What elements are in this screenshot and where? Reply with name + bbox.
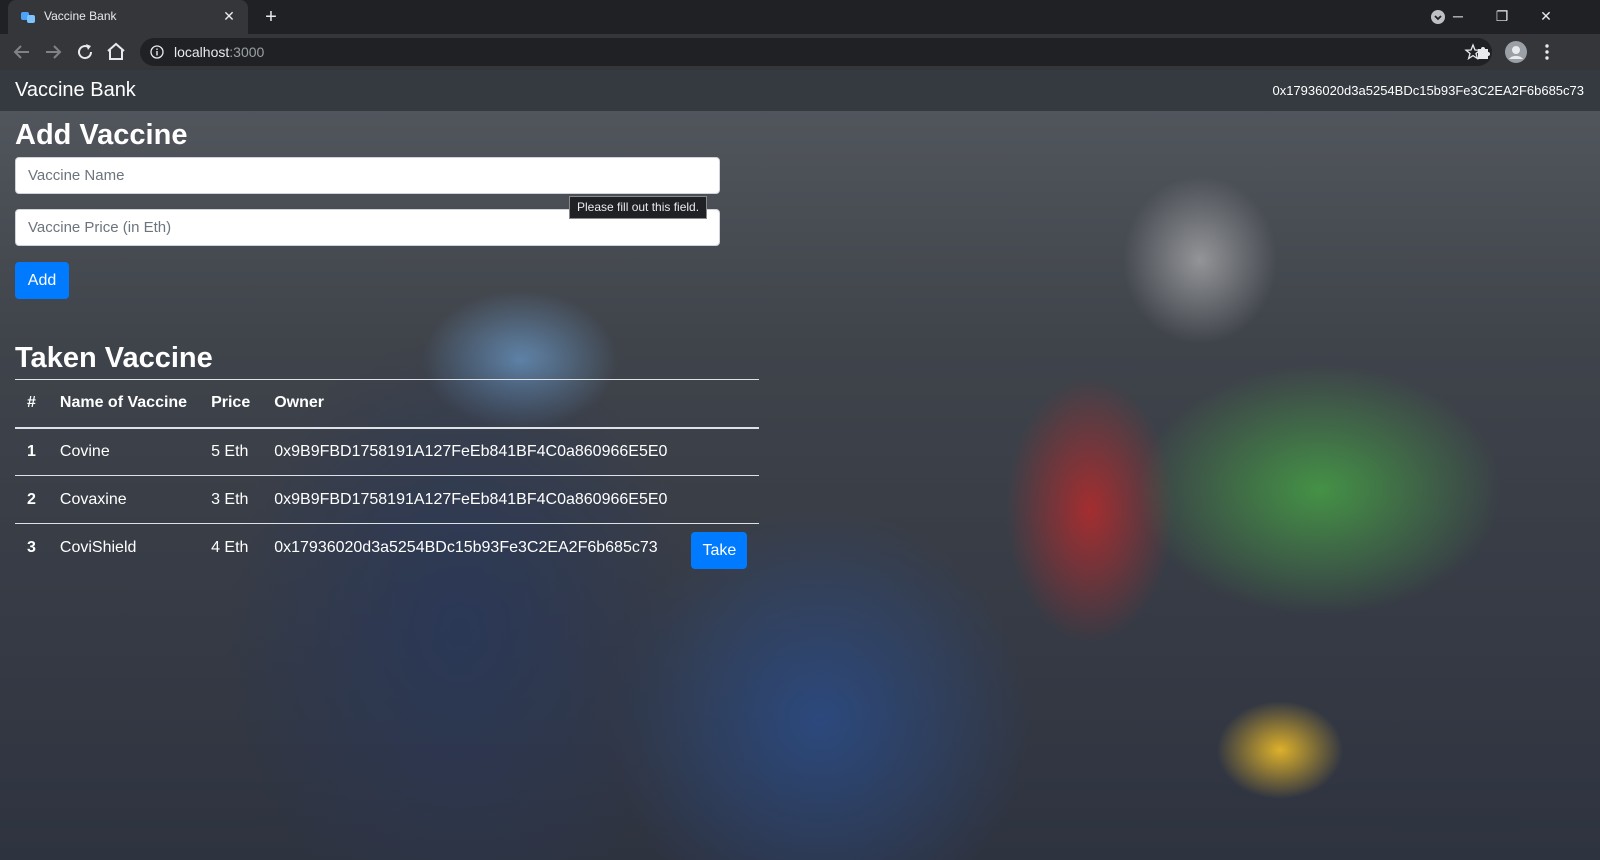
restore-button[interactable]: ❐ [1480,2,1524,30]
table-header-row: # Name of Vaccine Price Owner [15,379,760,429]
vaccine-name-input[interactable] [15,157,720,194]
column-header: # [15,379,48,429]
add-vaccine-button[interactable]: Add [15,262,69,299]
vaccine-table: # Name of Vaccine Price Owner 1 Covine 5… [15,379,760,572]
row-action-cell [679,427,760,476]
row-price: 5 Eth [199,427,263,476]
arrow-right-icon[interactable] [41,40,65,64]
row-vaccine-name: Covaxine [47,475,200,524]
add-vaccine-heading: Add Vaccine [15,119,188,151]
vaccine-favicon-icon [21,12,35,23]
row-price: 3 Eth [199,475,263,524]
reload-icon[interactable] [73,40,97,64]
row-id: 1 [15,427,48,476]
column-header-action [679,379,760,429]
taken-vaccine-heading: Taken Vaccine [15,342,213,374]
column-header: Owner [262,379,680,429]
validation-tooltip: Please fill out this field. [569,196,708,219]
table-row: 1 Covine 5 Eth 0x9B9FBD1758191A127FeEb84… [15,427,760,476]
browser-toolbar: localhost:3000 [0,34,1600,70]
row-vaccine-name: CoviShield [47,523,200,572]
tab-close-icon[interactable]: ✕ [220,7,238,25]
url-text: localhost:3000 [174,44,264,60]
home-icon[interactable] [104,40,128,64]
column-header: Name of Vaccine [47,379,200,429]
browser-tab-strip: Vaccine Bank ✕ + ─ ❐ ✕ [0,0,1600,34]
url-host: localhost [174,44,230,60]
account-address: 0x17936020d3a5254BDc15b93Fe3C2EA2F6b685c… [1272,83,1584,98]
arrow-left-icon[interactable] [10,40,34,64]
row-action-cell: Take [679,523,760,572]
url-port: :3000 [229,44,265,60]
take-vaccine-button[interactable]: Take [691,532,748,570]
row-owner: 0x9B9FBD1758191A127FeEb841BF4C0a860966E5… [262,475,680,524]
table-row: 3 CoviShield 4 Eth 0x17936020d3a5254BDc1… [15,523,760,572]
puzzle-icon[interactable] [1472,40,1496,64]
navbar-brand[interactable]: Vaccine Bank [15,79,136,102]
row-owner: 0x17936020d3a5254BDc15b93Fe3C2EA2F6b685c… [262,523,680,572]
app-navbar: Vaccine Bank 0x17936020d3a5254BDc15b93Fe… [0,70,1600,111]
page-viewport: Vaccine Bank 0x17936020d3a5254BDc15b93Fe… [0,70,1600,860]
row-id: 2 [15,475,48,524]
minimize-button[interactable]: ─ [1436,2,1480,30]
row-action-cell [679,475,760,524]
column-header: Price [199,379,263,429]
info-icon[interactable] [150,45,164,59]
kebab-menu-icon[interactable] [1535,40,1559,64]
browser-tab[interactable]: Vaccine Bank ✕ [8,0,248,34]
tab-title: Vaccine Bank [44,9,117,23]
new-tab-button[interactable]: + [258,4,284,30]
close-window-button[interactable]: ✕ [1524,2,1568,30]
avatar[interactable] [1504,40,1528,64]
row-vaccine-name: Covine [47,427,200,476]
row-owner: 0x9B9FBD1758191A127FeEb841BF4C0a860966E5… [262,427,680,476]
row-price: 4 Eth [199,523,263,572]
row-id: 3 [15,523,48,572]
table-row: 2 Covaxine 3 Eth 0x9B9FBD1758191A127FeEb… [15,475,760,524]
address-bar[interactable]: localhost:3000 [140,38,1492,66]
